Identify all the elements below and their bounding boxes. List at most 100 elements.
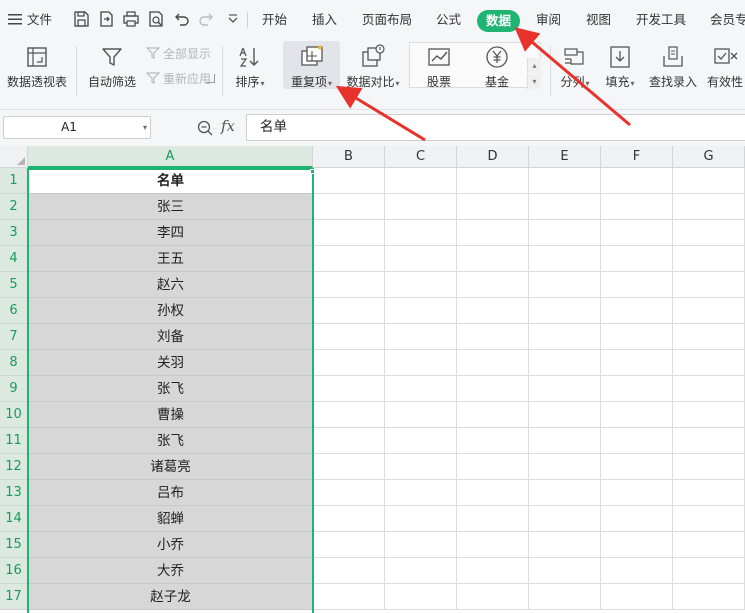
duplicates-button[interactable]: 重复项▾ (283, 40, 340, 108)
empty-cell[interactable] (457, 402, 529, 428)
empty-cell[interactable] (673, 532, 745, 558)
column-header-d[interactable]: D (457, 146, 529, 168)
empty-cell[interactable] (457, 246, 529, 272)
empty-cell[interactable] (529, 558, 601, 584)
tab-insert[interactable]: 插入 (312, 0, 337, 40)
empty-cell[interactable] (313, 454, 385, 480)
empty-cell[interactable] (385, 506, 457, 532)
empty-cell[interactable] (529, 272, 601, 298)
empty-cell[interactable] (601, 168, 673, 194)
empty-cell[interactable] (673, 272, 745, 298)
empty-cell[interactable] (601, 220, 673, 246)
row-header[interactable]: 5 (0, 272, 28, 298)
name-box[interactable]: A1 ▾ (3, 116, 151, 139)
name-cell[interactable]: 赵六 (28, 272, 313, 298)
row-header[interactable]: 6 (0, 298, 28, 324)
empty-cell[interactable] (673, 350, 745, 376)
empty-cell[interactable] (529, 324, 601, 350)
empty-cell[interactable] (313, 194, 385, 220)
empty-cell[interactable] (385, 324, 457, 350)
fill-button[interactable]: 填充▾ (600, 40, 640, 108)
name-cell[interactable]: 孙权 (28, 298, 313, 324)
fx-icon[interactable]: fx (221, 117, 235, 135)
empty-cell[interactable] (313, 376, 385, 402)
show-all-button[interactable]: 全部显示 (145, 45, 211, 63)
column-header-c[interactable]: C (385, 146, 457, 168)
tab-page-layout[interactable]: 页面布局 (362, 0, 412, 40)
save-icon[interactable] (72, 10, 90, 28)
empty-cell[interactable] (385, 272, 457, 298)
empty-cell[interactable] (457, 480, 529, 506)
empty-cell[interactable] (601, 194, 673, 220)
empty-cell[interactable] (385, 454, 457, 480)
empty-cell[interactable] (673, 506, 745, 532)
stock-button[interactable]: 股票 (414, 40, 464, 108)
empty-cell[interactable] (673, 298, 745, 324)
empty-cell[interactable] (601, 298, 673, 324)
tab-home[interactable]: 开始 (262, 0, 287, 40)
empty-cell[interactable] (601, 532, 673, 558)
empty-cell[interactable] (673, 454, 745, 480)
empty-cell[interactable] (529, 194, 601, 220)
empty-cell[interactable] (385, 532, 457, 558)
empty-cell[interactable] (601, 272, 673, 298)
empty-cell[interactable] (457, 298, 529, 324)
column-header-a[interactable]: A (28, 146, 313, 168)
empty-cell[interactable] (313, 402, 385, 428)
tab-view[interactable]: 视图 (586, 0, 611, 40)
empty-cell[interactable] (385, 298, 457, 324)
formula-input[interactable]: 名单 (246, 114, 745, 141)
tab-review[interactable]: 审阅 (536, 0, 561, 40)
row-header[interactable]: 15 (0, 532, 28, 558)
empty-cell[interactable] (601, 506, 673, 532)
empty-cell[interactable] (457, 558, 529, 584)
empty-cell[interactable] (673, 246, 745, 272)
more-icon[interactable] (224, 10, 238, 28)
empty-cell[interactable] (385, 220, 457, 246)
empty-cell[interactable] (457, 454, 529, 480)
row-header[interactable]: 1 (0, 168, 28, 194)
data-compare-button[interactable]: 数据对比▾ (343, 40, 403, 108)
tab-membership[interactable]: 会员专 (710, 0, 745, 40)
empty-cell[interactable] (313, 246, 385, 272)
fund-button[interactable]: 基金 (472, 40, 522, 108)
empty-cell[interactable] (385, 246, 457, 272)
empty-cell[interactable] (529, 454, 601, 480)
row-header[interactable]: 12 (0, 454, 28, 480)
empty-cell[interactable] (313, 558, 385, 584)
empty-cell[interactable] (313, 324, 385, 350)
empty-cell[interactable] (601, 246, 673, 272)
column-header-b[interactable]: B (313, 146, 385, 168)
name-cell[interactable]: 关羽 (28, 350, 313, 376)
empty-cell[interactable] (313, 506, 385, 532)
auto-filter-button[interactable]: 自动筛选 (86, 40, 138, 108)
empty-cell[interactable] (601, 350, 673, 376)
empty-cell[interactable] (313, 532, 385, 558)
row-header[interactable]: 2 (0, 194, 28, 220)
empty-cell[interactable] (313, 480, 385, 506)
header-cell[interactable]: 名单 (28, 168, 313, 194)
redo-icon[interactable] (198, 10, 216, 28)
name-cell[interactable]: 赵子龙 (28, 584, 313, 610)
empty-cell[interactable] (673, 480, 745, 506)
empty-cell[interactable] (673, 324, 745, 350)
empty-cell[interactable] (313, 584, 385, 610)
empty-cell[interactable] (673, 220, 745, 246)
empty-cell[interactable] (673, 558, 745, 584)
fill-handle[interactable] (310, 169, 315, 174)
empty-cell[interactable] (385, 480, 457, 506)
row-header[interactable]: 8 (0, 350, 28, 376)
name-cell[interactable]: 李四 (28, 220, 313, 246)
empty-cell[interactable] (601, 480, 673, 506)
name-cell[interactable]: 大乔 (28, 558, 313, 584)
undo-icon[interactable] (172, 10, 190, 28)
row-header[interactable]: 14 (0, 506, 28, 532)
column-header-f[interactable]: F (601, 146, 673, 168)
tab-formula[interactable]: 公式 (436, 0, 461, 40)
empty-cell[interactable] (673, 584, 745, 610)
row-header[interactable]: 13 (0, 480, 28, 506)
empty-cell[interactable] (313, 272, 385, 298)
empty-cell[interactable] (457, 350, 529, 376)
chevron-down-icon[interactable]: ▾ (143, 117, 147, 138)
empty-cell[interactable] (457, 272, 529, 298)
